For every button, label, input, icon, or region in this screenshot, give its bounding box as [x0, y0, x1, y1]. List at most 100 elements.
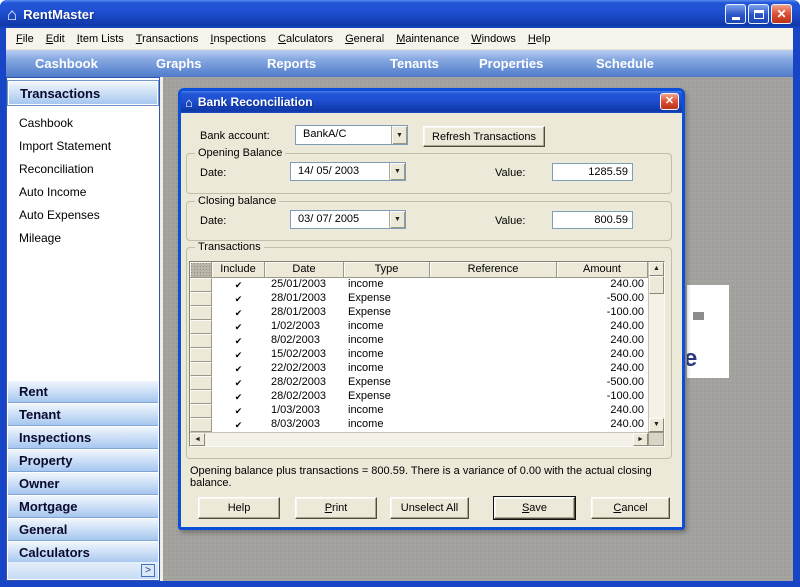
row-selector[interactable] [190, 306, 212, 320]
include-checkbox check-icon[interactable]: ✔ [212, 362, 265, 376]
sidebar-section-general[interactable]: General [8, 518, 158, 541]
scroll-right-icon[interactable]: ► [633, 433, 648, 446]
scroll-up-icon[interactable]: ▲ [649, 262, 664, 276]
chevron-down-icon[interactable]: ▼ [391, 126, 407, 144]
closing-date-select[interactable]: 03/ 07/ 2005 ▼ [290, 210, 406, 229]
scroll-down-icon[interactable]: ▼ [649, 418, 664, 432]
sidebar-item-reconciliation[interactable]: Reconciliation [8, 158, 158, 181]
include-checkbox check-icon[interactable]: ✔ [212, 292, 265, 306]
refresh-transactions-button[interactable]: Refresh Transactions [423, 126, 545, 147]
column-header-reference[interactable]: Reference [430, 262, 557, 278]
sidebar-item-auto-income[interactable]: Auto Income [8, 181, 158, 204]
menu-item-transactions[interactable]: Transactions [130, 33, 205, 45]
sidebar-section-calculators[interactable]: Calculators [8, 541, 158, 564]
toolbar-item-reports[interactable]: Reports [267, 56, 316, 71]
closing-value-input[interactable] [552, 211, 633, 229]
column-header-date[interactable]: Date [265, 262, 344, 278]
menu-item-general[interactable]: General [339, 33, 390, 45]
toolbar-item-tenants[interactable]: Tenants [390, 56, 439, 71]
sidebar-section-property[interactable]: Property [8, 449, 158, 472]
include-checkbox check-icon[interactable]: ✔ [212, 334, 265, 348]
toolbar-item-properties[interactable]: Properties [479, 56, 543, 71]
menu-item-windows[interactable]: Windows [465, 33, 522, 45]
table-row[interactable]: ✔28/01/2003Expense-500.00 [190, 292, 648, 306]
row-selector[interactable] [190, 334, 212, 348]
titlebar[interactable]: ⌂ RentMaster ✕ [0, 0, 800, 28]
bank-account-select[interactable]: BankA/C ▼ [295, 125, 408, 145]
row-selector[interactable] [190, 390, 212, 404]
sidebar-item-cashbook[interactable]: Cashbook [8, 112, 158, 135]
row-selector[interactable] [190, 320, 212, 334]
include-checkbox check-icon[interactable]: ✔ [212, 320, 265, 334]
vertical-scrollbar-thumb[interactable] [649, 276, 664, 294]
vertical-scrollbar[interactable]: ▲ ▼ [648, 262, 664, 432]
sidebar-section-inspections[interactable]: Inspections [8, 426, 158, 449]
table-row[interactable]: ✔8/03/2003income240.00 [190, 418, 648, 432]
row-selector[interactable] [190, 348, 212, 362]
opening-date-select[interactable]: 14/ 05/ 2003 ▼ [290, 162, 406, 181]
row-selector[interactable] [190, 376, 212, 390]
row-selector-header[interactable] [190, 262, 212, 278]
menu-item-file[interactable]: File [10, 33, 40, 45]
sidebar-section-owner[interactable]: Owner [8, 472, 158, 495]
table-row[interactable]: ✔8/02/2003income240.00 [190, 334, 648, 348]
sidebar-section-mortgage[interactable]: Mortgage [8, 495, 158, 518]
table-row[interactable]: ✔1/03/2003income240.00 [190, 404, 648, 418]
include-checkbox check-icon[interactable]: ✔ [212, 306, 265, 320]
save-button[interactable]: Save [494, 497, 575, 519]
menu-item-help[interactable]: Help [522, 33, 557, 45]
chevron-down-icon[interactable]: ▼ [389, 163, 405, 180]
row-selector[interactable] [190, 292, 212, 306]
column-header-include[interactable]: Include [212, 262, 265, 278]
scroll-left-icon[interactable]: ◄ [190, 433, 205, 446]
column-header-amount[interactable]: Amount [557, 262, 648, 278]
vertical-scrollbar-track[interactable] [649, 294, 664, 418]
sidebar-item-auto-expenses[interactable]: Auto Expenses [8, 204, 158, 227]
chevron-down-icon[interactable]: ▼ [389, 211, 405, 228]
table-row[interactable]: ✔25/01/2003income240.00 [190, 278, 648, 292]
row-selector[interactable] [190, 418, 212, 432]
table-row[interactable]: ✔28/01/2003Expense-100.00 [190, 306, 648, 320]
menu-item-calculators[interactable]: Calculators [272, 33, 339, 45]
include-checkbox check-icon[interactable]: ✔ [212, 376, 265, 390]
cancel-button[interactable]: Cancel [591, 497, 670, 519]
row-selector[interactable] [190, 278, 212, 292]
print-button[interactable]: Print [295, 497, 377, 519]
toolbar-item-schedule[interactable]: Schedule [596, 56, 654, 71]
row-selector[interactable] [190, 362, 212, 376]
sidebar-item-import-statement[interactable]: Import Statement [8, 135, 158, 158]
menu-item-inspections[interactable]: Inspections [204, 33, 272, 45]
include-checkbox check-icon[interactable]: ✔ [212, 278, 265, 292]
unselect-all-button[interactable]: Unselect All [390, 497, 469, 519]
table-row[interactable]: ✔28/02/2003Expense-500.00 [190, 376, 648, 390]
opening-value-input[interactable] [552, 163, 633, 181]
sidebar-expand-button[interactable]: > [141, 564, 155, 577]
table-row[interactable]: ✔22/02/2003income240.00 [190, 362, 648, 376]
menu-item-item-lists[interactable]: Item Lists [71, 33, 130, 45]
horizontal-scrollbar[interactable]: ◄ ► [190, 432, 648, 446]
include-checkbox check-icon[interactable]: ✔ [212, 418, 265, 432]
include-checkbox check-icon[interactable]: ✔ [212, 404, 265, 418]
dialog-titlebar[interactable]: ⌂ Bank Reconciliation ✕ [181, 91, 682, 113]
menu-item-edit[interactable]: Edit [40, 33, 71, 45]
sidebar-header-transactions[interactable]: Transactions [8, 81, 158, 105]
toolbar-item-graphs[interactable]: Graphs [156, 56, 202, 71]
minimize-button[interactable] [725, 4, 746, 24]
horizontal-scrollbar-track[interactable] [205, 433, 633, 446]
maximize-button[interactable] [748, 4, 769, 24]
table-row[interactable]: ✔28/02/2003Expense-100.00 [190, 390, 648, 404]
column-header-type[interactable]: Type [344, 262, 430, 278]
include-checkbox check-icon[interactable]: ✔ [212, 390, 265, 404]
include-checkbox check-icon[interactable]: ✔ [212, 348, 265, 362]
help-button[interactable]: Help [198, 497, 280, 519]
sidebar-item-mileage[interactable]: Mileage [8, 227, 158, 250]
sidebar-section-tenant[interactable]: Tenant [8, 403, 158, 426]
row-selector[interactable] [190, 404, 212, 418]
menu-item-maintenance[interactable]: Maintenance [390, 33, 465, 45]
background-window[interactable]: e [687, 285, 729, 378]
sidebar-section-rent[interactable]: Rent [8, 380, 158, 403]
dialog-close-button[interactable]: ✕ [660, 93, 679, 110]
table-row[interactable]: ✔15/02/2003income240.00 [190, 348, 648, 362]
close-button[interactable]: ✕ [771, 4, 792, 24]
toolbar-item-cashbook[interactable]: Cashbook [35, 56, 98, 71]
